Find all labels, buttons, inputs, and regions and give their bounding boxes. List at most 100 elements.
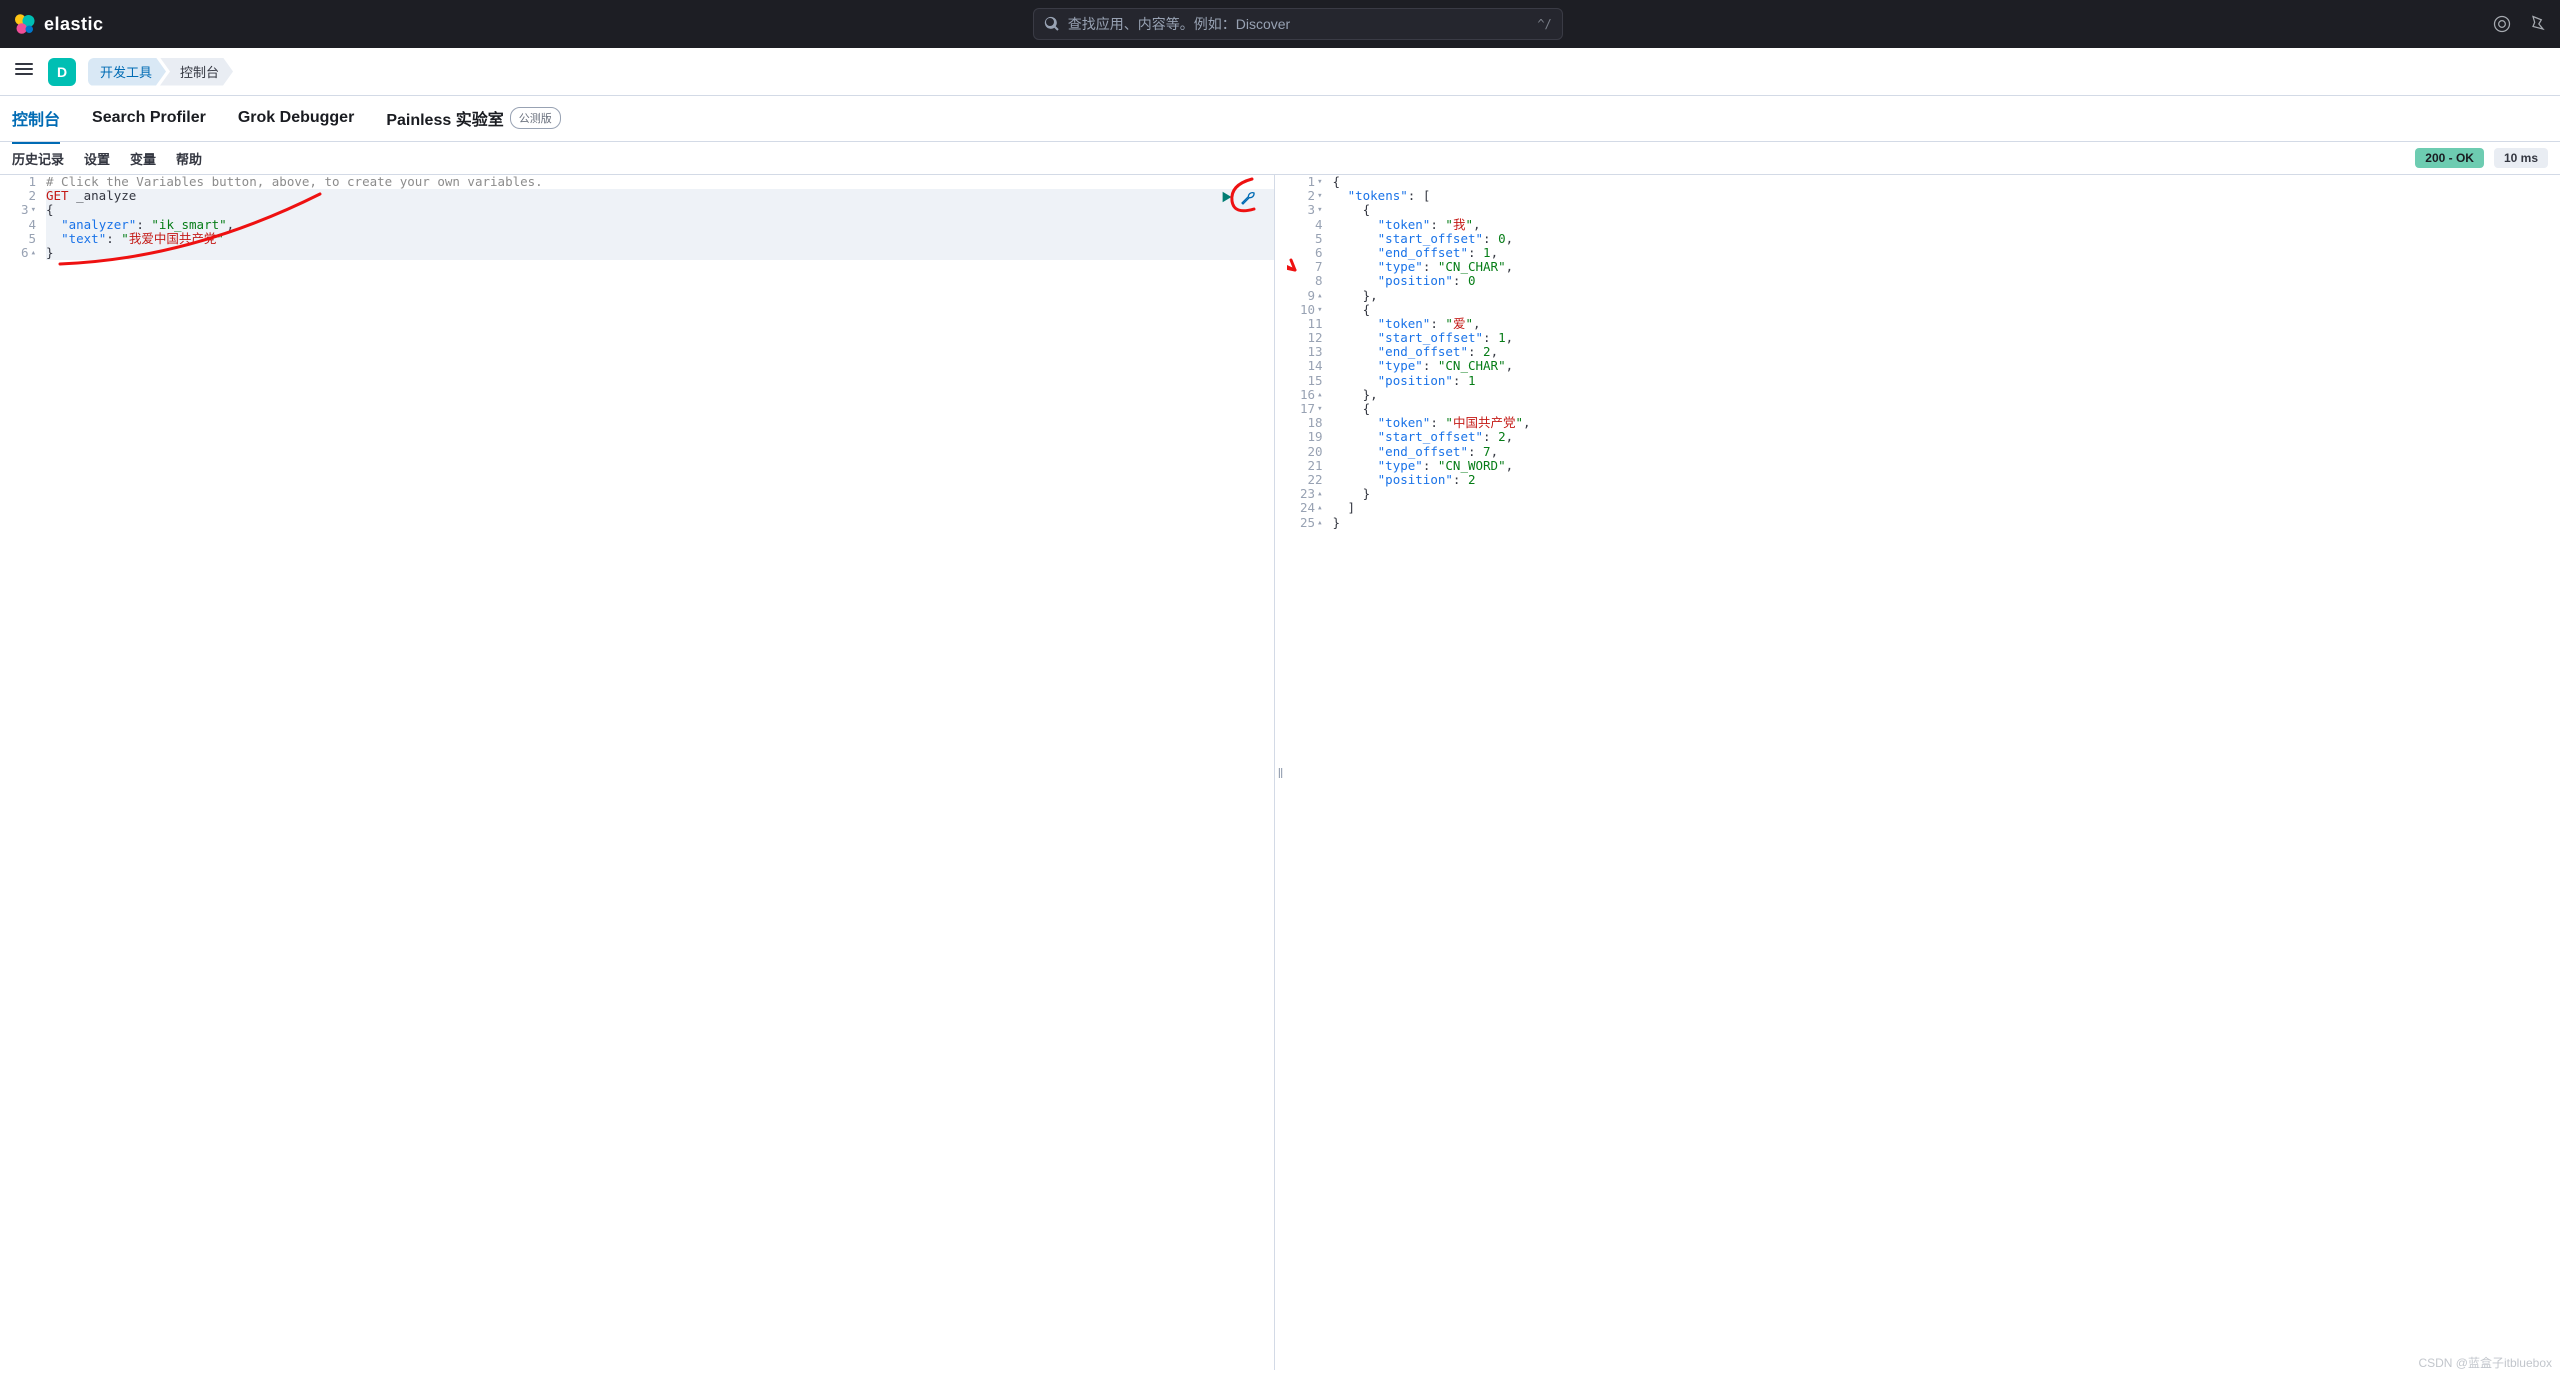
- response-code-line[interactable]: "end_offset": 2,: [1333, 345, 2560, 359]
- line-number: 1: [0, 175, 36, 189]
- line-number: 2: [0, 189, 36, 203]
- request-code-line[interactable]: GET _analyze: [46, 189, 1274, 203]
- line-number: 4: [1287, 218, 1323, 232]
- response-code-line[interactable]: "token": "爱",: [1333, 317, 2560, 331]
- search-placeholder: 查找应用、内容等。例如：Discover: [1068, 14, 1530, 34]
- fold-toggle[interactable]: ▴: [1317, 516, 1322, 530]
- line-number: 15: [1287, 374, 1323, 388]
- request-code-line[interactable]: "text": "我爱中国共产党": [46, 232, 1274, 246]
- response-code-line[interactable]: "type": "CN_WORD",: [1333, 459, 2560, 473]
- newsfeed-icon[interactable]: [2492, 14, 2512, 34]
- response-code-line[interactable]: "token": "我",: [1333, 218, 2560, 232]
- global-search-input[interactable]: 查找应用、内容等。例如：Discover ^/: [1033, 8, 1563, 40]
- line-number: 11: [1287, 317, 1323, 331]
- response-code-line[interactable]: ]: [1333, 501, 2560, 515]
- fold-toggle[interactable]: ▾: [1317, 203, 1322, 217]
- space-letter: D: [57, 64, 67, 80]
- response-code-line[interactable]: "token": "中国共产党",: [1333, 416, 2560, 430]
- fold-toggle[interactable]: ▴: [31, 246, 36, 260]
- fold-toggle[interactable]: ▾: [1317, 189, 1322, 203]
- fold-toggle[interactable]: ▴: [1317, 487, 1322, 501]
- fold-toggle[interactable]: ▴: [1317, 289, 1322, 303]
- response-code-line[interactable]: "end_offset": 7,: [1333, 445, 2560, 459]
- request-code-line[interactable]: {: [46, 203, 1274, 217]
- breadcrumb-devtools[interactable]: 开发工具: [88, 58, 166, 86]
- line-number: 6▴: [0, 246, 36, 260]
- response-code-line[interactable]: {: [1333, 402, 2560, 416]
- fold-toggle[interactable]: ▾: [1317, 303, 1322, 317]
- pane-splitter[interactable]: ‖: [1275, 175, 1287, 1370]
- send-request-button[interactable]: [1220, 190, 1234, 207]
- submenu-history[interactable]: 历史记录: [12, 149, 64, 168]
- line-number: 13: [1287, 345, 1323, 359]
- global-header: elastic 查找应用、内容等。例如：Discover ^/: [0, 0, 2560, 48]
- line-number: 19: [1287, 430, 1323, 444]
- line-number: 25▴: [1287, 516, 1323, 530]
- tab-painless-lab[interactable]: Painless 实验室 公测版: [386, 94, 560, 144]
- beta-badge: 公测版: [510, 107, 561, 129]
- breadcrumb-console: 控制台: [160, 58, 233, 86]
- fold-toggle[interactable]: ▾: [1317, 402, 1322, 416]
- request-code-line[interactable]: # Click the Variables button, above, to …: [46, 175, 1274, 189]
- response-code-line[interactable]: "tokens": [: [1333, 189, 2560, 203]
- brand-text: elastic: [44, 14, 104, 35]
- response-code-line[interactable]: }: [1333, 487, 2560, 501]
- response-code-line[interactable]: "start_offset": 2,: [1333, 430, 2560, 444]
- elastic-logo-icon: [12, 12, 36, 36]
- logo-group[interactable]: elastic: [12, 12, 104, 36]
- fold-toggle[interactable]: ▾: [31, 203, 36, 217]
- fold-toggle[interactable]: ▾: [1317, 175, 1322, 189]
- response-time-badge: 10 ms: [2494, 148, 2548, 168]
- line-number: 18: [1287, 416, 1323, 430]
- response-pane[interactable]: 1▾2▾3▾456789▴10▾111213141516▴17▾18192021…: [1287, 175, 2560, 1370]
- line-number: 3▾: [0, 203, 36, 217]
- response-code-line[interactable]: "end_offset": 1,: [1333, 246, 2560, 260]
- line-number: 6: [1287, 246, 1323, 260]
- line-number: 4: [0, 218, 36, 232]
- submenu-settings[interactable]: 设置: [84, 149, 110, 168]
- response-code-line[interactable]: "start_offset": 0,: [1333, 232, 2560, 246]
- breadcrumb-bar: D 开发工具 控制台: [0, 48, 2560, 96]
- tab-search-profiler[interactable]: Search Profiler: [92, 97, 206, 141]
- response-code-line[interactable]: "type": "CN_CHAR",: [1333, 260, 2560, 274]
- request-code-line[interactable]: "analyzer": "ik_smart",: [46, 218, 1274, 232]
- response-code-line[interactable]: {: [1333, 203, 2560, 217]
- response-code-line[interactable]: "position": 1: [1333, 374, 2560, 388]
- line-number: 14: [1287, 359, 1323, 373]
- search-icon: [1044, 16, 1060, 32]
- response-code-line[interactable]: "position": 2: [1333, 473, 2560, 487]
- response-code-line[interactable]: }: [1333, 516, 2560, 530]
- line-number: 1▾: [1287, 175, 1323, 189]
- fold-toggle[interactable]: ▴: [1317, 501, 1322, 515]
- line-number: 21: [1287, 459, 1323, 473]
- submenu-variables[interactable]: 变量: [130, 149, 156, 168]
- search-shortcut: ^/: [1537, 17, 1551, 31]
- editor-split: 123▾456▴ # Click the Variables button, a…: [0, 175, 2560, 1370]
- nav-toggle-button[interactable]: [12, 60, 36, 84]
- response-code-line[interactable]: },: [1333, 289, 2560, 303]
- space-selector[interactable]: D: [48, 58, 76, 86]
- response-status-badge: 200 - OK: [2415, 148, 2484, 168]
- response-code-line[interactable]: },: [1333, 388, 2560, 402]
- response-code-line[interactable]: {: [1333, 303, 2560, 317]
- line-number: 9▴: [1287, 289, 1323, 303]
- request-pane[interactable]: 123▾456▴ # Click the Variables button, a…: [0, 175, 1275, 1370]
- console-submenu: 历史记录 设置 变量 帮助 200 - OK 10 ms: [0, 142, 2560, 175]
- header-right: [2492, 14, 2548, 34]
- tab-console[interactable]: 控制台: [12, 94, 60, 144]
- response-code-line[interactable]: "type": "CN_CHAR",: [1333, 359, 2560, 373]
- tab-grok-debugger[interactable]: Grok Debugger: [238, 97, 354, 141]
- response-code-line[interactable]: "position": 0: [1333, 274, 2560, 288]
- devtools-tabs: 控制台 Search Profiler Grok Debugger Painle…: [0, 96, 2560, 142]
- fold-toggle[interactable]: ▴: [1317, 388, 1322, 402]
- response-code-line[interactable]: "start_offset": 1,: [1333, 331, 2560, 345]
- line-number: 3▾: [1287, 203, 1323, 217]
- response-code-line[interactable]: {: [1333, 175, 2560, 189]
- watermark: CSDN @蓝盒子itbluebox: [2418, 1354, 2552, 1371]
- help-icon[interactable]: [2528, 14, 2548, 34]
- header-search-wrap: 查找应用、内容等。例如：Discover ^/: [116, 8, 2480, 40]
- line-number: 7: [1287, 260, 1323, 274]
- request-code-line[interactable]: }: [46, 246, 1274, 260]
- request-options-button[interactable]: [1240, 189, 1256, 208]
- submenu-help[interactable]: 帮助: [176, 149, 202, 168]
